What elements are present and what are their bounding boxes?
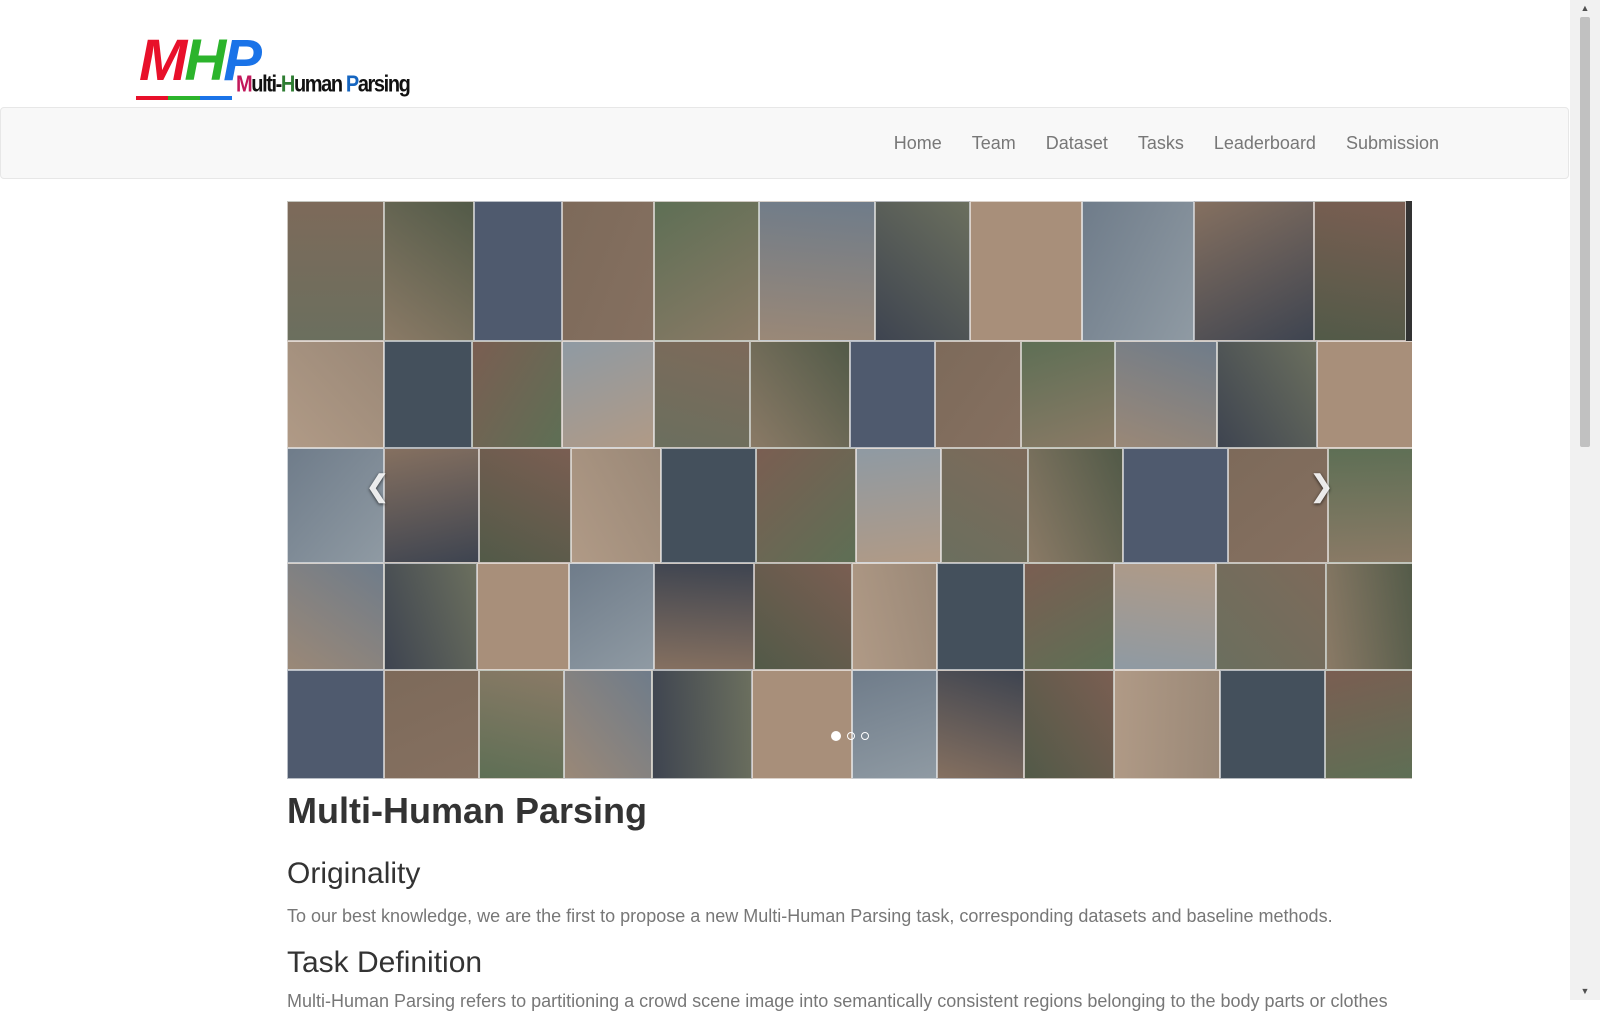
mosaic-photo-tile <box>852 670 937 779</box>
mosaic-photo-tile <box>571 448 661 563</box>
mosaic-photo-tile <box>562 201 654 341</box>
mosaic-photo-tile <box>850 341 935 448</box>
mosaic-photo-tile <box>1021 341 1115 448</box>
mosaic-photo-tile <box>752 670 852 779</box>
mosaic-photo-tile <box>759 201 875 341</box>
mosaic-photo-tile <box>875 201 970 341</box>
page-scrollbar[interactable]: ▲ ▼ <box>1570 0 1600 1000</box>
mosaic-photo-tile <box>1326 563 1412 670</box>
mosaic-photo-tile <box>1024 563 1114 670</box>
mosaic-photo-tile <box>654 341 750 448</box>
mosaic-photo-tile <box>1317 341 1412 448</box>
nav-menu: Home Team Dataset Tasks Leaderboard Subm… <box>879 108 1454 178</box>
mosaic-photo-tile <box>1194 201 1314 341</box>
mosaic-photo-tile <box>287 563 384 670</box>
mosaic-photo-tile <box>852 563 937 670</box>
mosaic-photo-tile <box>287 448 384 563</box>
mosaic-photo-tile <box>472 341 562 448</box>
mosaic-photo-tile <box>479 448 571 563</box>
mosaic-photo-tile <box>1123 448 1228 563</box>
nav-home[interactable]: Home <box>879 108 957 178</box>
mosaic-photo-tile <box>287 201 384 341</box>
mosaic-photo-tile <box>661 448 756 563</box>
chevron-right-icon[interactable]: ❯ <box>1309 469 1334 504</box>
mosaic-photo-tile <box>287 341 384 448</box>
mosaic-photo-tile <box>1220 670 1325 779</box>
mosaic-photo-tile <box>1216 563 1326 670</box>
photo-mosaic <box>287 201 1412 779</box>
section-heading-task-definition: Task Definition <box>287 946 483 979</box>
mosaic-photo-tile <box>750 341 850 448</box>
mosaic-photo-tile <box>856 448 941 563</box>
scroll-thumb[interactable] <box>1580 17 1590 447</box>
mosaic-photo-tile <box>1024 670 1114 779</box>
nav-leaderboard[interactable]: Leaderboard <box>1199 108 1331 178</box>
carousel-indicator-3[interactable] <box>860 732 869 740</box>
carousel-indicator-1[interactable] <box>830 731 841 741</box>
nav-dataset[interactable]: Dataset <box>1031 108 1123 178</box>
mosaic-photo-tile <box>562 341 654 448</box>
mosaic-photo-tile <box>654 563 754 670</box>
top-navbar: Home Team Dataset Tasks Leaderboard Subm… <box>0 107 1569 179</box>
carousel-indicator-2[interactable] <box>846 732 855 740</box>
nav-tasks[interactable]: Tasks <box>1123 108 1199 178</box>
mosaic-photo-tile <box>935 341 1021 448</box>
mosaic-photo-tile <box>654 201 759 341</box>
scroll-up-arrow-icon[interactable]: ▲ <box>1570 0 1600 17</box>
mosaic-photo-tile <box>384 670 479 779</box>
mosaic-photo-tile <box>1217 341 1317 448</box>
mosaic-photo-tile <box>384 201 474 341</box>
mosaic-photo-tile <box>970 201 1082 341</box>
page-title: Multi-Human Parsing <box>287 790 648 831</box>
mosaic-photo-tile <box>1082 201 1194 341</box>
mosaic-photo-tile <box>1028 448 1123 563</box>
mosaic-photo-tile <box>1114 670 1220 779</box>
mosaic-photo-tile <box>384 448 479 563</box>
mosaic-photo-tile <box>287 670 384 779</box>
section-body-originality: To our best knowledge, we are the first … <box>287 906 1333 926</box>
scroll-down-arrow-icon[interactable]: ▼ <box>1570 983 1600 1000</box>
mosaic-photo-tile <box>1328 448 1412 563</box>
section-body-task-definition: Multi-Human Parsing refers to partitioni… <box>287 991 1388 1011</box>
site-logo[interactable]: MHP Multi-Human Parsing <box>136 30 411 104</box>
mosaic-photo-tile <box>1114 563 1216 670</box>
chevron-left-icon[interactable]: ❮ <box>365 469 390 504</box>
nav-team[interactable]: Team <box>957 108 1031 178</box>
mosaic-photo-tile <box>1314 201 1406 341</box>
mosaic-photo-tile <box>569 563 654 670</box>
hero-carousel[interactable]: ❮ ❯ <box>287 201 1412 779</box>
mosaic-photo-tile <box>564 670 652 779</box>
mosaic-photo-tile <box>756 448 856 563</box>
mosaic-photo-tile <box>754 563 852 670</box>
mosaic-photo-tile <box>477 563 569 670</box>
mosaic-photo-tile <box>937 563 1024 670</box>
logo-color-bars <box>136 96 232 102</box>
mosaic-photo-tile <box>474 201 562 341</box>
nav-submission[interactable]: Submission <box>1331 108 1454 178</box>
mosaic-photo-tile <box>937 670 1024 779</box>
mosaic-photo-tile <box>1228 448 1328 563</box>
mosaic-photo-tile <box>384 563 477 670</box>
main-content: Multi-Human Parsing Originality To our b… <box>287 790 1412 1011</box>
mosaic-photo-tile <box>384 341 472 448</box>
mosaic-photo-tile <box>1325 670 1412 779</box>
mosaic-photo-tile <box>652 670 752 779</box>
mosaic-photo-tile <box>941 448 1028 563</box>
carousel-indicators <box>287 731 1412 741</box>
logo-subtitle: Multi-Human Parsing <box>236 72 411 98</box>
mosaic-photo-tile <box>479 670 564 779</box>
section-heading-originality: Originality <box>287 857 421 890</box>
mosaic-photo-tile <box>1115 341 1217 448</box>
